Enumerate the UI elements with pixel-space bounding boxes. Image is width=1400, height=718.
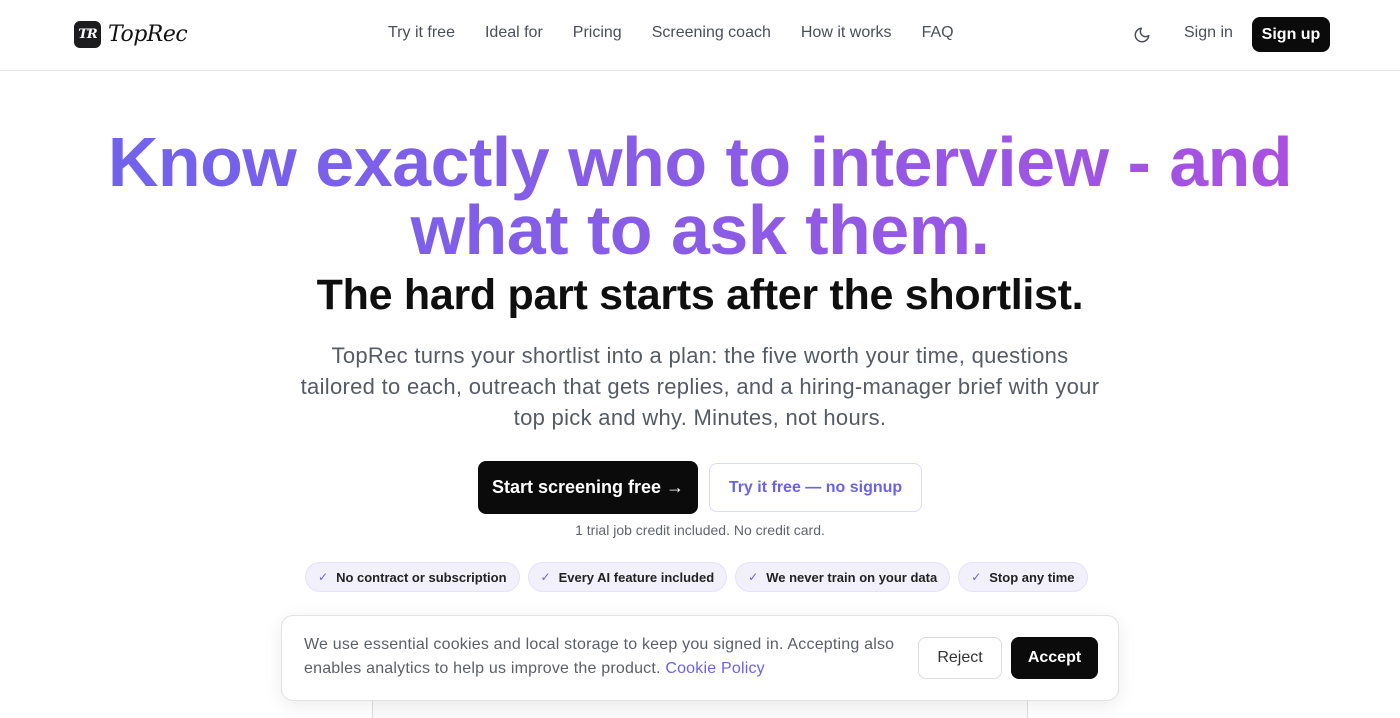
sign-up-button[interactable]: Sign up	[1252, 17, 1330, 52]
logo[interactable]: TR TopRec	[74, 21, 188, 48]
theme-toggle-button[interactable]	[1131, 24, 1153, 46]
check-icon: ✓	[971, 570, 982, 584]
nav-link-try-it-free[interactable]: Try it free	[388, 24, 455, 42]
accept-cookies-button[interactable]: Accept	[1011, 637, 1098, 679]
feature-pill: ✓ We never train on your data	[735, 562, 951, 592]
logo-mark: TR	[74, 21, 101, 48]
feature-pills: ✓ No contract or subscription ✓ Every AI…	[305, 562, 1088, 592]
feature-pill: ✓ Every AI feature included	[527, 562, 728, 592]
feature-pill-label: Every AI feature included	[558, 569, 715, 585]
feature-pill: ✓ Stop any time	[958, 562, 1088, 592]
hero-headline: Know exactly who to interview - and what…	[0, 128, 1400, 264]
reject-cookies-button[interactable]: Reject	[918, 637, 1002, 679]
hero-headline-line2: what to ask them.	[410, 191, 990, 269]
nav-link-how-it-works[interactable]: How it works	[801, 24, 892, 42]
feature-pill: ✓ No contract or subscription	[305, 562, 520, 592]
feature-pill-label: Stop any time	[989, 569, 1075, 585]
feature-pill-label: No contract or subscription	[336, 569, 507, 585]
cookie-policy-link[interactable]: Cookie Policy	[665, 660, 765, 677]
nav-link-screening-coach[interactable]: Screening coach	[652, 24, 771, 42]
hero-subhead: The hard part starts after the shortlist…	[316, 271, 1084, 319]
hero-headline-line1: Know exactly who to interview - and	[107, 123, 1293, 201]
cookie-text: We use essential cookies and local stora…	[304, 633, 904, 681]
check-icon: ✓	[748, 570, 759, 584]
feature-pill-label: We never train on your data	[766, 569, 938, 585]
try-free-no-signup-button[interactable]: Try it free — no signup	[709, 463, 922, 512]
moon-icon	[1134, 27, 1150, 43]
nav-link-faq[interactable]: FAQ	[922, 24, 954, 42]
nav-link-ideal-for[interactable]: Ideal for	[485, 24, 543, 42]
sign-in-link[interactable]: Sign in	[1184, 24, 1233, 42]
trial-note: 1 trial job credit included. No credit c…	[575, 522, 825, 538]
nav-links: Try it free Ideal for Pricing Screening …	[388, 24, 954, 42]
check-icon: ✓	[318, 570, 329, 584]
cookie-message: We use essential cookies and local stora…	[304, 636, 895, 677]
hero-lead: TopRec turns your shortlist into a plan:…	[300, 343, 1100, 430]
logo-text: TopRec	[108, 22, 188, 47]
check-icon: ✓	[540, 570, 551, 584]
cookie-banner: We use essential cookies and local stora…	[281, 615, 1119, 701]
top-nav: TR TopRec Try it free Ideal for Pricing …	[0, 0, 1400, 71]
start-screening-button[interactable]: Start screening free →	[478, 461, 698, 514]
nav-link-pricing[interactable]: Pricing	[573, 24, 622, 42]
